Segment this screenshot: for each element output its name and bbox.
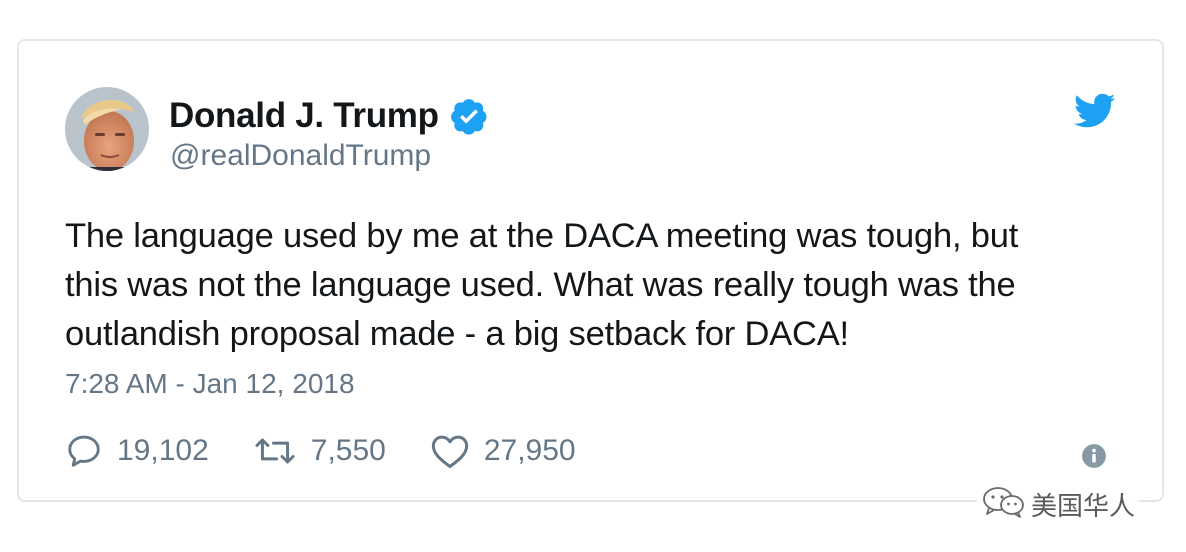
info-icon[interactable] (1081, 443, 1107, 469)
tweet-text-line: outlandish proposal made - a big setback… (65, 315, 849, 353)
tweet-timestamp[interactable]: 7:28 AM - Jan 12, 2018 (65, 368, 355, 400)
tweet-text-line: this was not the language used. What was… (65, 266, 1016, 304)
reply-button[interactable]: 19,102 (65, 432, 209, 470)
tweet-actions: 19,102 7,550 27,950 (65, 430, 620, 472)
author-row: Donald J. Trump (169, 94, 489, 138)
tweet-card: Donald J. Trump @realDonaldTrump The lan… (17, 39, 1164, 502)
watermark-text: 美国华人 (1031, 492, 1136, 522)
tweet-text: The language used by me at the DACA meet… (65, 212, 1125, 359)
heart-icon (430, 432, 470, 470)
reply-icon (65, 432, 103, 470)
retweet-button[interactable]: 7,550 (253, 432, 386, 470)
like-button[interactable]: 27,950 (430, 432, 576, 470)
watermark: 美国华人 (977, 486, 1140, 523)
author-name[interactable]: Donald J. Trump (169, 96, 439, 136)
verified-badge-icon (449, 96, 489, 136)
wechat-icon (981, 486, 1025, 523)
retweet-icon (253, 432, 297, 470)
retweet-count: 7,550 (310, 434, 386, 467)
like-count: 27,950 (483, 434, 576, 467)
reply-count: 19,102 (117, 434, 209, 467)
author-handle[interactable]: @realDonaldTrump (170, 139, 431, 173)
twitter-bird-icon[interactable] (1073, 93, 1116, 129)
avatar[interactable] (65, 87, 149, 171)
tweet-text-line: The language used by me at the DACA meet… (65, 217, 1019, 255)
